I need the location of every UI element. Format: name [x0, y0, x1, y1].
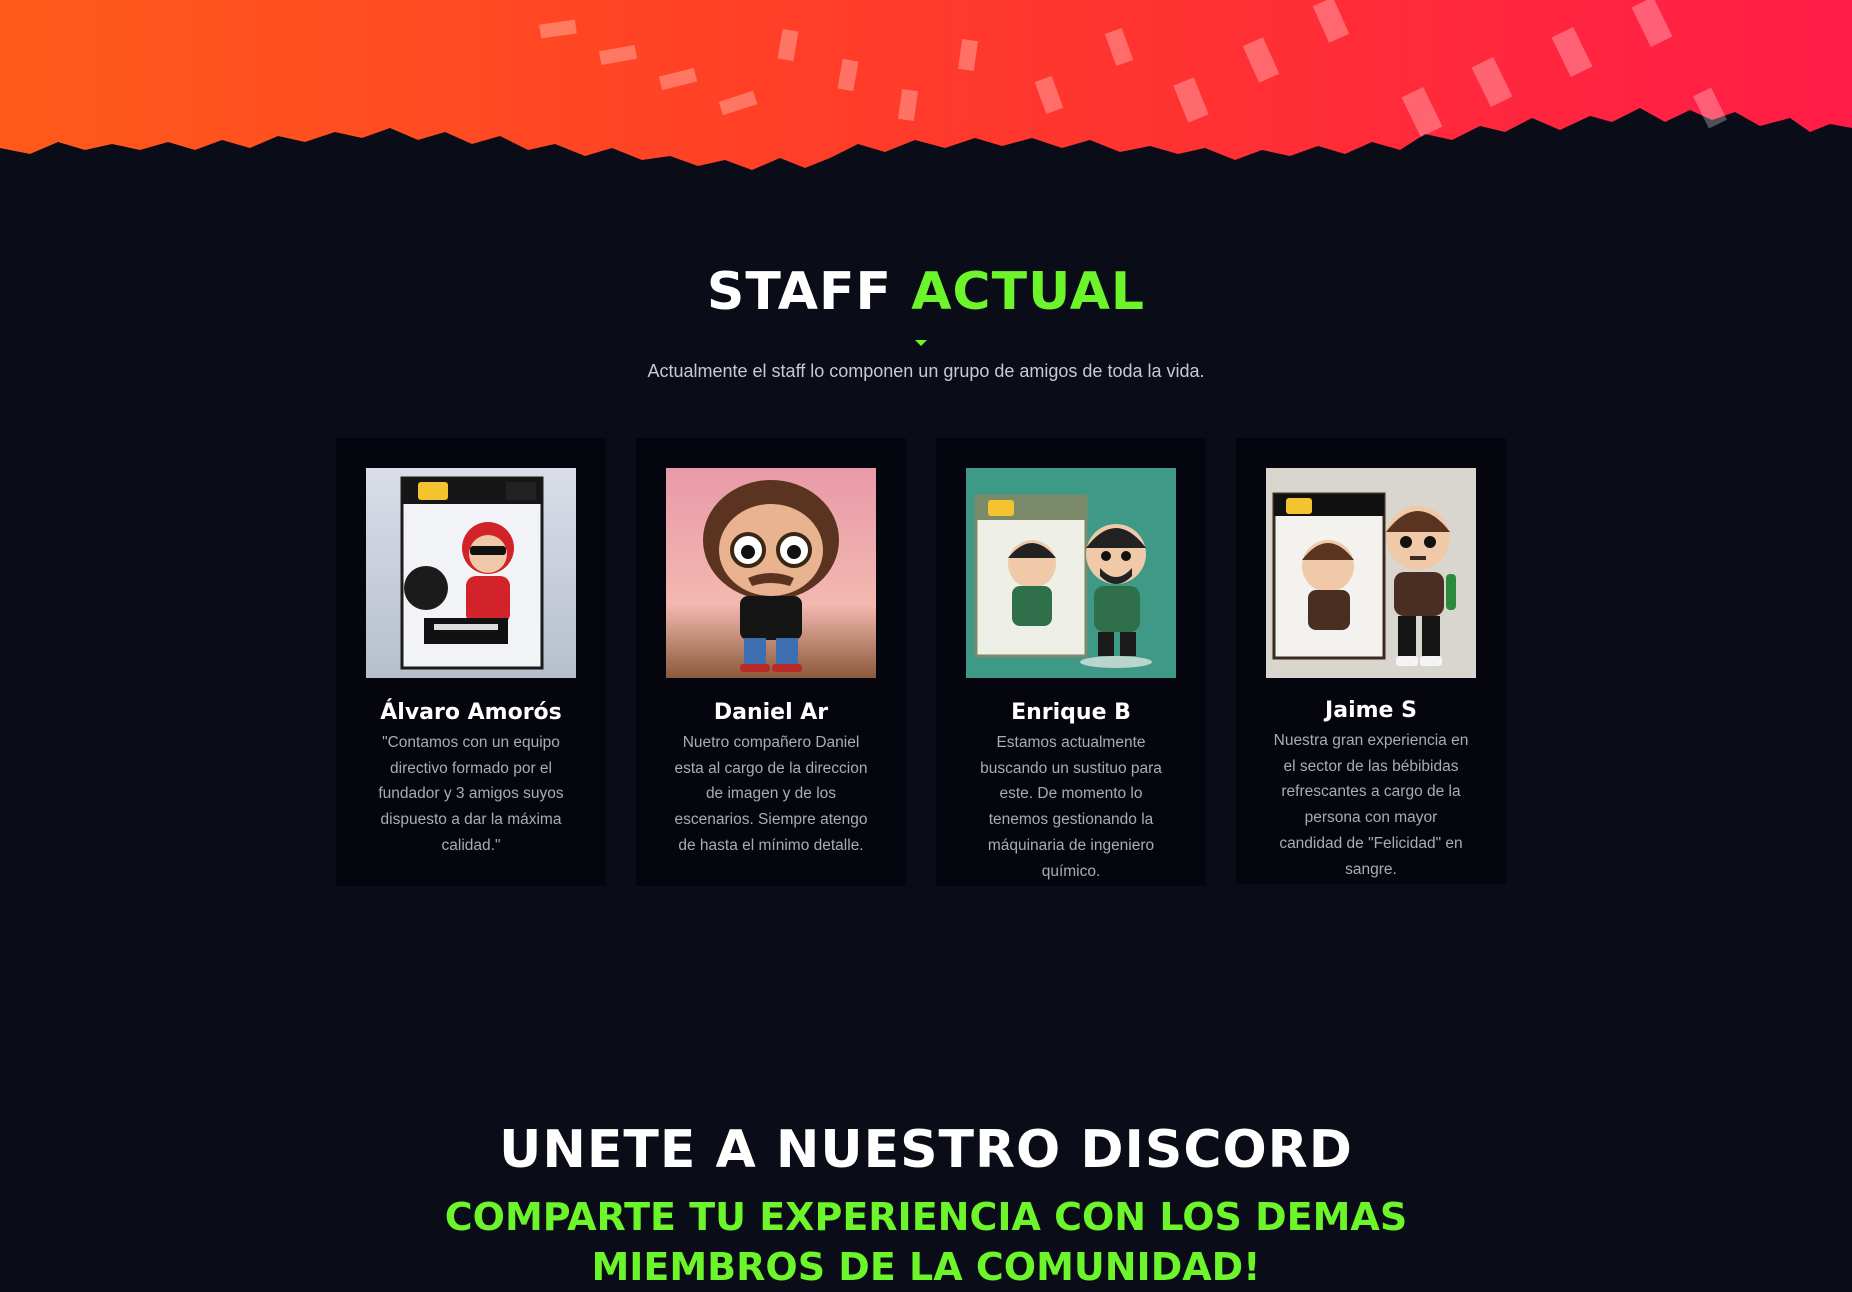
staff-title-accent: ACTUAL	[911, 262, 1146, 322]
staff-subtitle: Actualmente el staff lo componen un grup…	[647, 361, 1205, 381]
staff-section-title: STAFF ACTUAL	[0, 262, 1852, 322]
funko-pop-chemical-figure-icon	[966, 468, 1176, 678]
staff-name: Jaime S	[1325, 698, 1417, 723]
staff-card: Álvaro Amorós "Contamos con un equipo di…	[336, 438, 606, 886]
staff-photo-alvaro	[366, 468, 576, 678]
funko-pop-java-figure-icon	[366, 468, 576, 678]
staff-description: Nuetro compañero Daniel esta al cargo de…	[674, 734, 868, 854]
staff-description: Nuestra gran experiencia en el sector de…	[1273, 732, 1469, 878]
funko-figure-glasses-icon	[666, 468, 876, 678]
hero-torn-edge-graphic	[0, 0, 1852, 170]
discord-section-subtitle: COMPARTE TU EXPERIENCIA CON LOS DEMAS MI…	[444, 1195, 1408, 1289]
title-underline-notch-icon	[915, 340, 927, 346]
staff-description: Estamos actualmente buscando un sustituo…	[980, 734, 1162, 880]
hero-banner	[0, 0, 1852, 190]
staff-photo-enrique	[966, 468, 1176, 678]
staff-title-main: STAFF	[706, 262, 893, 322]
staff-name: Daniel Ar	[713, 700, 829, 725]
staff-name: Álvaro Amorós	[380, 700, 562, 725]
staff-card: Daniel Ar Nuetro compañero Daniel esta a…	[636, 438, 906, 886]
staff-card: Jaime S Nuestra gran experiencia en el s…	[1236, 438, 1506, 884]
staff-description: "Contamos con un equipo directivo formad…	[378, 734, 564, 854]
discord-section-title: UNETE A NUESTRO DISCORD	[499, 1120, 1353, 1180]
funko-pop-jaime-figure-icon	[1266, 468, 1476, 678]
staff-cards: Álvaro Amorós "Contamos con un equipo di…	[336, 438, 1506, 886]
staff-photo-daniel	[666, 468, 876, 678]
staff-photo-jaime	[1266, 468, 1476, 678]
staff-name: Enrique B	[1011, 700, 1131, 725]
staff-card: Enrique B Estamos actualmente buscando u…	[936, 438, 1206, 886]
